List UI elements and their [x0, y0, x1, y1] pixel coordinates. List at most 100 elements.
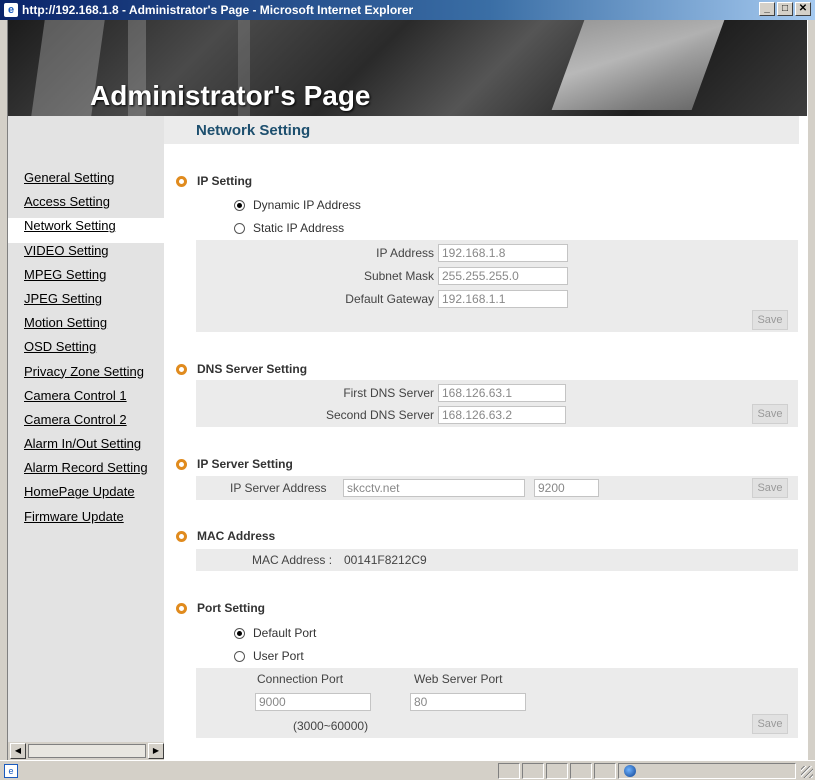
page-title-bar: Network Setting — [164, 116, 799, 144]
default-port-radio[interactable] — [234, 627, 245, 639]
resize-grip-icon[interactable] — [801, 766, 813, 778]
static-ip-option[interactable]: Static IP Address — [234, 221, 344, 235]
window-controls: _ □ ✕ — [759, 2, 811, 16]
window-title: http://192.168.1.8 - Administrator's Pag… — [22, 3, 414, 17]
window-frame-left — [0, 20, 8, 762]
web-server-port-label: Web Server Port — [414, 672, 503, 686]
mac-address-value: 00141F8212C9 — [344, 553, 427, 567]
user-port-option[interactable]: User Port — [234, 649, 304, 663]
default-gateway-input[interactable]: 192.168.1.1 — [438, 290, 568, 308]
sidebar-item-motion-setting[interactable]: Motion Setting — [24, 315, 164, 339]
ip-address-row: IP Address 192.168.1.8 — [196, 244, 568, 262]
close-button[interactable]: ✕ — [795, 2, 811, 16]
internet-zone-icon — [624, 765, 636, 777]
ip-server-address-input[interactable]: skcctv.net — [343, 479, 525, 497]
second-dns-label: Second DNS Server — [325, 408, 434, 422]
internet-explorer-icon: e — [4, 3, 18, 17]
status-panel — [498, 763, 520, 779]
dns-setting-title: DNS Server Setting — [197, 362, 308, 376]
user-port-radio[interactable] — [234, 650, 245, 662]
dynamic-ip-label: Dynamic IP Address — [253, 198, 361, 212]
minimize-button[interactable]: _ — [759, 2, 775, 16]
sidebar-item-access-setting[interactable]: Access Setting — [24, 194, 164, 218]
second-dns-row: Second DNS Server 168.126.63.2 — [196, 406, 566, 424]
sidebar-item-osd-setting[interactable]: OSD Setting — [24, 339, 164, 363]
first-dns-label: First DNS Server — [343, 386, 434, 400]
subnet-mask-input[interactable]: 255.255.255.0 — [438, 267, 568, 285]
connection-port-input[interactable]: 9000 — [255, 693, 371, 711]
port-setting-save-button[interactable]: Save — [752, 714, 788, 734]
window-titlebar: e http://192.168.1.8 - Administrator's P… — [0, 0, 815, 20]
mac-address-label: MAC Address : — [252, 553, 333, 567]
sidebar-item-general-setting[interactable]: General Setting — [24, 170, 164, 194]
sidebar-item-mpeg-setting[interactable]: MPEG Setting — [24, 267, 164, 291]
ip-server-port-input[interactable]: 9200 — [534, 479, 599, 497]
main-content: Network Setting IP Setting Dynamic IP Ad… — [164, 116, 807, 742]
sidebar-item-firmware-update[interactable]: Firmware Update — [24, 509, 164, 533]
scroll-left-icon[interactable]: ◀ — [10, 743, 26, 759]
ip-server-save-button[interactable]: Save — [752, 478, 788, 498]
dynamic-ip-radio[interactable] — [234, 199, 245, 211]
sidebar-item-alarm-record-setting[interactable]: Alarm Record Setting — [24, 460, 164, 484]
ip-server-address-label: IP Server Address — [230, 481, 327, 495]
scroll-right-icon[interactable]: ▶ — [148, 743, 164, 759]
default-port-option[interactable]: Default Port — [234, 626, 316, 640]
mac-address-panel: MAC Address : 00141F8212C9 — [196, 549, 798, 571]
first-dns-input[interactable]: 168.126.63.1 — [438, 384, 566, 402]
sidebar-horizontal-scrollbar[interactable]: ◀ ▶ — [8, 742, 164, 760]
port-setting-heading: Port Setting — [176, 601, 265, 615]
bullet-icon — [176, 602, 187, 614]
sidebar-item-camera-control-1[interactable]: Camera Control 1 — [24, 388, 164, 412]
scrollbar-thumb[interactable] — [28, 744, 146, 758]
bullet-icon — [176, 458, 187, 470]
mac-address-heading: MAC Address — [176, 529, 275, 543]
subnet-mask-label: Subnet Mask — [363, 269, 434, 283]
dns-setting-save-button[interactable]: Save — [752, 404, 788, 424]
user-port-label: User Port — [253, 649, 304, 663]
status-bar: e — [0, 760, 815, 780]
sidebar-item-alarm-in-out-setting[interactable]: Alarm In/Out Setting — [24, 436, 164, 460]
mac-address-title: MAC Address — [197, 529, 276, 543]
status-panel — [546, 763, 568, 779]
static-ip-label: Static IP Address — [253, 221, 345, 235]
ip-setting-panel: IP Address 192.168.1.8 Subnet Mask 255.2… — [196, 240, 798, 332]
sidebar-item-privacy-zone-setting[interactable]: Privacy Zone Setting — [24, 364, 164, 388]
sidebar-item-network-setting[interactable]: Network Setting — [8, 218, 164, 243]
page-icon: e — [4, 764, 18, 778]
sidebar-item-jpeg-setting[interactable]: JPEG Setting — [24, 291, 164, 315]
ip-setting-heading: IP Setting — [176, 174, 252, 188]
default-gateway-label: Default Gateway — [345, 292, 434, 306]
ip-server-panel: IP Server Address skcctv.net 9200 Save — [196, 476, 798, 500]
dns-setting-heading: DNS Server Setting — [176, 362, 307, 376]
sidebar-menu: General Setting Access Setting Network S… — [8, 170, 164, 533]
status-panel — [594, 763, 616, 779]
port-setting-title: Port Setting — [197, 601, 265, 615]
default-gateway-row: Default Gateway 192.168.1.1 — [196, 290, 568, 308]
maximize-button[interactable]: □ — [777, 2, 793, 16]
subnet-mask-row: Subnet Mask 255.255.255.0 — [196, 267, 568, 285]
status-panel — [570, 763, 592, 779]
sidebar-item-homepage-update[interactable]: HomePage Update — [24, 484, 164, 508]
web-server-port-input[interactable]: 80 — [410, 693, 526, 711]
connection-port-label: Connection Port — [257, 672, 344, 686]
ip-address-input[interactable]: 192.168.1.8 — [438, 244, 568, 262]
banner-laptop-image — [551, 20, 725, 110]
dynamic-ip-option[interactable]: Dynamic IP Address — [234, 198, 361, 212]
ip-setting-title: IP Setting — [197, 174, 253, 188]
banner-title: Administrator's Page — [90, 80, 371, 111]
port-range-note: (3000~60000) — [293, 719, 369, 733]
sidebar-item-video-setting[interactable]: VIDEO Setting — [24, 243, 164, 267]
second-dns-input[interactable]: 168.126.63.2 — [438, 406, 566, 424]
bullet-icon — [176, 530, 187, 542]
static-ip-radio[interactable] — [234, 222, 245, 234]
port-setting-panel: Connection Port Web Server Port 9000 80 … — [196, 668, 798, 738]
default-port-label: Default Port — [253, 626, 317, 640]
first-dns-row: First DNS Server 168.126.63.1 — [196, 384, 566, 402]
ip-setting-save-button[interactable]: Save — [752, 310, 788, 330]
ip-address-label: IP Address — [376, 246, 434, 260]
window-frame-right — [807, 20, 815, 762]
ip-server-heading: IP Server Setting — [176, 457, 293, 471]
sidebar-item-camera-control-2[interactable]: Camera Control 2 — [24, 412, 164, 436]
status-panel — [522, 763, 544, 779]
header-banner: Administrator's Page — [8, 20, 807, 116]
